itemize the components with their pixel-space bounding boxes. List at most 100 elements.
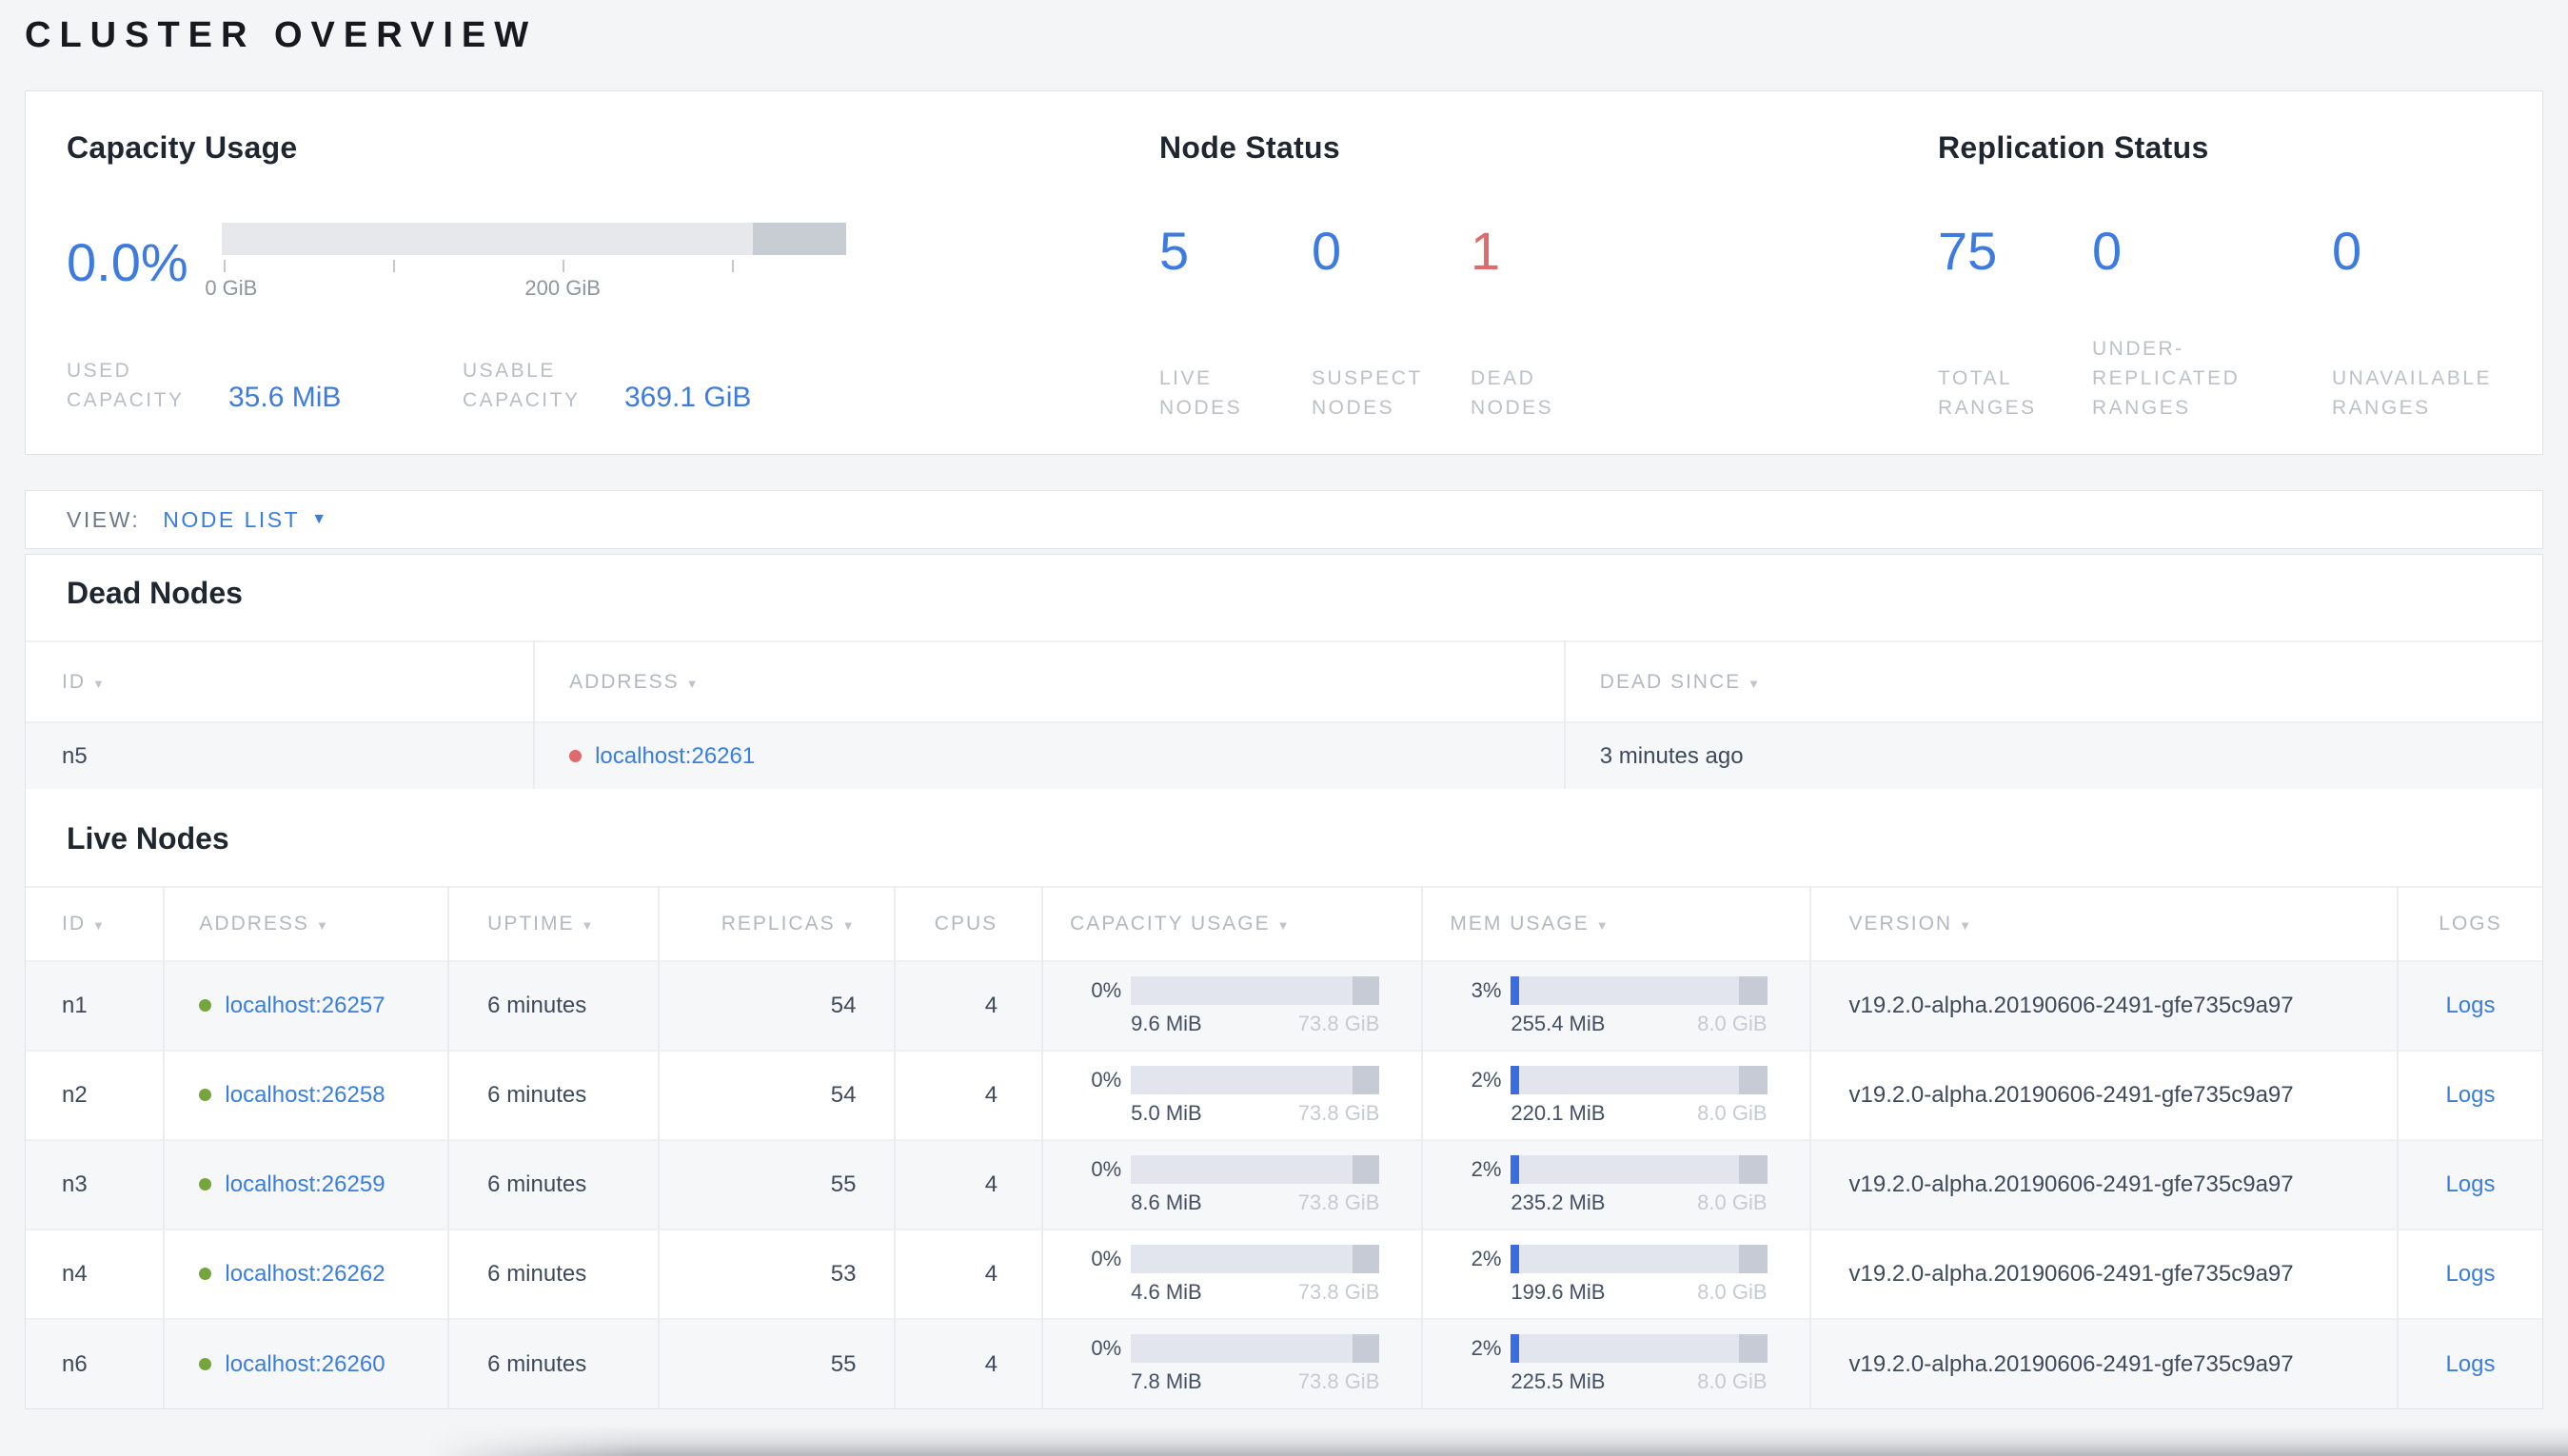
total-ranges-label: TOTAL RANGES [1938, 367, 2037, 419]
node-address-link[interactable]: localhost:26262 [225, 1261, 385, 1287]
under-replicated-ranges-count: 0 [2092, 221, 2123, 281]
node-uptime: 6 minutes [447, 1051, 659, 1140]
dead-status-icon [569, 749, 583, 762]
node-status-stats: 5 LIVE NODES 0 SUSPECT NODES 1 DEAD NODE… [1159, 224, 1938, 423]
capacity-percent-label: 0% [1091, 1246, 1122, 1270]
capacity-bar-reserved [1352, 975, 1380, 1005]
live-nodes-heading: Live Nodes [67, 821, 229, 856]
node-address-link[interactable]: localhost:26259 [225, 1171, 385, 1197]
header-capacity-usage[interactable]: CAPACITY USAGE ▼ [1041, 887, 1423, 961]
mem-percent-label: 2% [1471, 1336, 1502, 1360]
node-id: n6 [62, 1350, 88, 1377]
header-uptime[interactable]: UPTIME ▼ [447, 887, 659, 961]
unavailable-ranges-label: UNAVAILABLE RANGES [2332, 367, 2492, 419]
node-cpus: 4 [894, 1140, 1043, 1230]
replication-status-title: Replication Status [1938, 130, 2209, 165]
tick-label-0gib: 0 GiB [205, 276, 258, 300]
capacity-bar [1131, 975, 1380, 1005]
dead-node-dead-since: 3 minutes ago [1563, 722, 2542, 789]
unavailable-ranges-count: 0 [2332, 221, 2362, 281]
header-replicas[interactable]: REPLICAS ▼ [657, 887, 896, 961]
dead-nodes-count: 1 [1471, 221, 1501, 281]
node-id: n3 [62, 1171, 88, 1197]
node-address-cell: localhost:26257 [163, 961, 449, 1051]
header-version[interactable]: VERSION ▼ [1808, 887, 2398, 961]
node-version: v19.2.0-alpha.20190606-2491-gfe735c9a97 [1808, 961, 2398, 1051]
node-mem-usage-cell: 2% 199.6 MiB 8.0 GiB [1421, 1230, 1810, 1319]
mem-total-value: 8.0 GiB [1697, 1279, 1768, 1304]
mem-total-value: 8.0 GiB [1697, 1100, 1768, 1125]
live-status-icon [199, 1089, 212, 1101]
logs-link[interactable]: Logs [2445, 1171, 2495, 1197]
dead-header-address[interactable]: ADDRESS ▼ [533, 641, 1565, 722]
capacity-bar-reserved [1352, 1154, 1380, 1184]
capacity-usage-widget: 0% 7.8 MiB 73.8 GiB [1043, 1334, 1421, 1394]
logs-link[interactable]: Logs [2445, 1082, 2495, 1108]
page-title: CLUSTER OVERVIEW [25, 15, 538, 55]
node-mem-usage-cell: 2% 235.2 MiB 8.0 GiB [1421, 1140, 1810, 1230]
header-logs: LOGS [2396, 887, 2542, 961]
node-mem-usage-cell: 2% 225.5 MiB 8.0 GiB [1421, 1319, 1810, 1408]
mem-usage-widget: 2% 225.5 MiB 8.0 GiB [1423, 1334, 1808, 1394]
node-replicas: 53 [657, 1230, 896, 1319]
logs-link[interactable]: Logs [2445, 1351, 2495, 1377]
suspect-nodes-count: 0 [1312, 221, 1342, 281]
chevron-down-icon[interactable]: ▼ [311, 511, 328, 528]
live-node-row: n4 localhost:26262 6 minutes 53 4 0% 4.6… [26, 1230, 2542, 1319]
suspect-nodes-label: SUSPECT NODES [1312, 367, 1423, 419]
sort-icon: ▼ [841, 918, 857, 933]
mem-bar [1511, 1154, 1768, 1184]
sort-icon: ▼ [92, 676, 107, 691]
capacity-bar-reserved [1352, 1334, 1380, 1363]
node-logs-cell: Logs [2396, 1140, 2542, 1230]
logs-link[interactable]: Logs [2445, 993, 2495, 1018]
node-uptime: 6 minutes [447, 961, 659, 1051]
mem-usage-widget: 2% 220.1 MiB 8.0 GiB [1423, 1065, 1808, 1126]
capacity-total-value: 73.8 GiB [1297, 1279, 1380, 1304]
live-node-row: n2 localhost:26258 6 minutes 54 4 0% 5.0… [26, 1051, 2542, 1140]
node-version: v19.2.0-alpha.20190606-2491-gfe735c9a97 [1808, 1230, 2398, 1319]
mem-percent-label: 2% [1471, 1246, 1502, 1270]
header-id[interactable]: ID ▼ [26, 887, 164, 961]
dead-header-dead-since[interactable]: DEAD SINCE ▼ [1563, 641, 2542, 722]
live-status-icon [199, 1268, 212, 1280]
node-mem-usage-cell: 2% 220.1 MiB 8.0 GiB [1421, 1051, 1810, 1140]
node-address-link[interactable]: localhost:26257 [225, 993, 385, 1018]
node-cpus: 4 [894, 1051, 1043, 1140]
capacity-gauge-reserved-segment [752, 223, 846, 255]
header-mem-usage[interactable]: MEM USAGE ▼ [1421, 887, 1810, 961]
mem-used-value: 220.1 MiB [1511, 1100, 1606, 1125]
dead-nodes-heading: Dead Nodes [67, 576, 243, 610]
live-node-row: n6 localhost:26260 6 minutes 55 4 0% 7.8… [26, 1319, 2542, 1408]
mem-bar-reserved [1738, 1244, 1768, 1273]
capacity-used-value: 5.0 MiB [1131, 1100, 1202, 1125]
node-logs-cell: Logs [2396, 1230, 2542, 1319]
node-replicas: 55 [657, 1319, 896, 1408]
mem-bar-fill [1511, 1065, 1520, 1094]
node-mem-usage-cell: 3% 255.4 MiB 8.0 GiB [1421, 961, 1810, 1051]
mem-used-value: 199.6 MiB [1511, 1279, 1606, 1304]
capacity-gauge-bar [222, 223, 846, 255]
replication-status-section: Replication Status 75 TOTAL RANGES 0 UND… [1938, 130, 2542, 454]
dead-node-address-link[interactable]: localhost:26261 [595, 743, 755, 769]
sort-icon: ▼ [1276, 918, 1292, 933]
tick-label-200gib: 200 GiB [524, 276, 601, 300]
node-address-link[interactable]: localhost:26260 [225, 1351, 385, 1377]
capacity-usage-widget: 0% 5.0 MiB 73.8 GiB [1043, 1065, 1421, 1126]
capacity-usage-widget: 0% 9.6 MiB 73.8 GiB [1043, 975, 1421, 1036]
sort-icon: ▼ [1595, 918, 1610, 933]
capacity-percent-label: 0% [1091, 977, 1122, 1002]
mem-bar [1511, 975, 1768, 1005]
node-capacity-usage-cell: 0% 9.6 MiB 73.8 GiB [1041, 961, 1423, 1051]
capacity-bar [1131, 1334, 1380, 1363]
mem-bar-fill [1511, 1334, 1520, 1363]
view-selector[interactable]: NODE LIST [163, 507, 300, 533]
header-address[interactable]: ADDRESS ▼ [163, 887, 449, 961]
logs-link[interactable]: Logs [2445, 1261, 2495, 1287]
capacity-percent-label: 0% [1091, 1156, 1122, 1181]
live-nodes-table: ID ▼ ADDRESS ▼ UPTIME ▼ REPLICAS ▼ CPUS CAPA… [26, 886, 2542, 1408]
node-address-link[interactable]: localhost:26258 [225, 1082, 385, 1108]
dead-header-id[interactable]: ID ▼ [26, 641, 534, 722]
under-replicated-ranges-stat: 0 UNDER- REPLICATED RANGES [2092, 224, 2332, 423]
dead-node-id: n5 [62, 742, 88, 769]
